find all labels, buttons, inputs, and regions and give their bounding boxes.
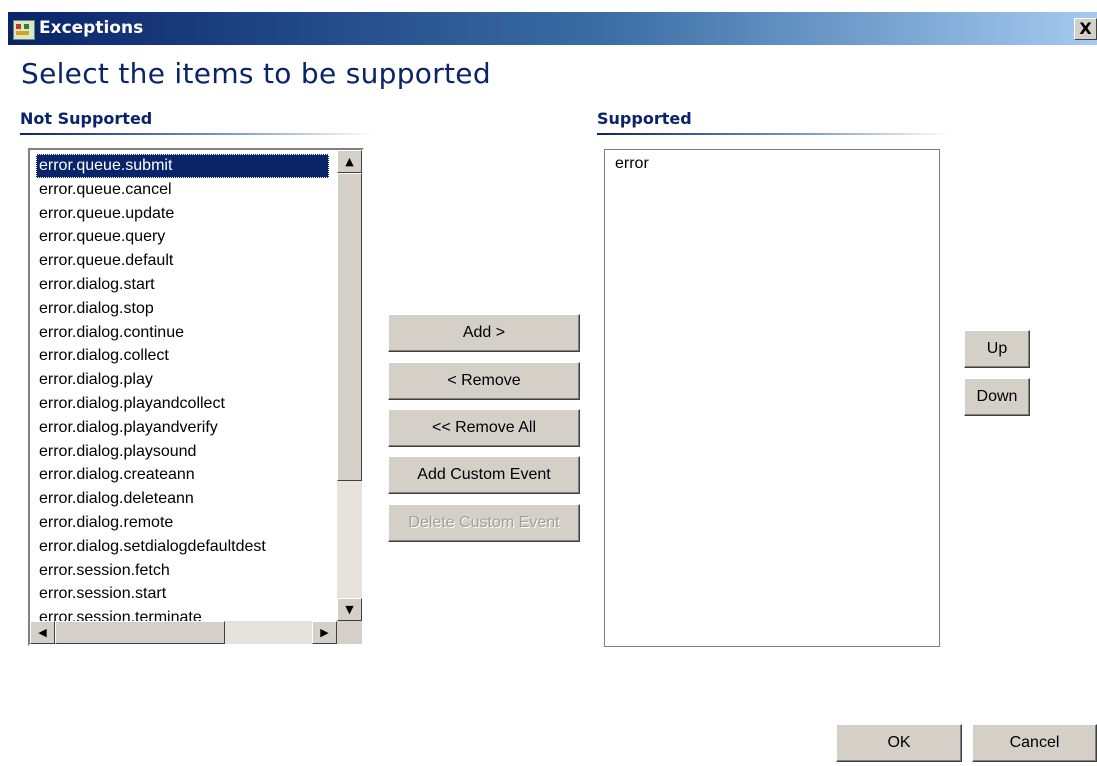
list-item[interactable]: error.dialog.collect [36,344,336,368]
app-icon [13,20,35,40]
list-item[interactable]: error.dialog.createann [36,463,336,487]
down-button[interactable]: Down [964,378,1030,416]
scroll-down-icon[interactable]: ▼ [337,598,362,621]
not-supported-items: error.queue.submit error.queue.cancel erro… [36,154,336,622]
list-item[interactable]: error.queue.default [36,249,336,273]
list-item[interactable]: error.dialog.remote [36,511,336,535]
up-button[interactable]: Up [964,330,1030,368]
supported-divider [597,133,952,135]
list-item[interactable]: error.queue.submit [36,154,329,178]
supported-listbox[interactable]: error [604,149,940,647]
not-supported-listbox[interactable]: error.queue.submit error.queue.cancel erro… [28,148,364,646]
not-supported-label: Not Supported [20,109,153,128]
window-title: Exceptions [39,18,144,38]
cancel-button[interactable]: Cancel [972,724,1097,762]
add-custom-event-button[interactable]: Add Custom Event [388,456,580,494]
add-button[interactable]: Add > [388,314,580,352]
list-item[interactable]: error.dialog.setdialogdefaultdest [36,535,336,559]
list-item[interactable]: error.session.terminate [36,606,336,622]
list-item[interactable]: error.dialog.play [36,368,336,392]
list-item[interactable]: error.dialog.playsound [36,440,336,464]
list-item[interactable]: error.dialog.stop [36,297,336,321]
title-bar: Exceptions [8,12,1097,45]
remove-all-button[interactable]: << Remove All [388,409,580,447]
not-supported-divider [20,133,375,135]
list-item[interactable]: error.session.start [36,582,336,606]
remove-button[interactable]: < Remove [388,362,580,400]
scrollbar-corner [337,621,362,644]
list-item[interactable]: error.queue.update [36,202,336,226]
list-item[interactable]: error.dialog.playandcollect [36,392,336,416]
list-item[interactable]: error.dialog.start [36,273,336,297]
list-item[interactable]: error.session.fetch [36,559,336,583]
horizontal-scroll-thumb[interactable] [55,621,225,644]
supported-label: Supported [597,109,692,128]
list-item[interactable]: error.dialog.deleteann [36,487,336,511]
delete-custom-event-button[interactable]: Delete Custom Event [388,504,580,542]
vertical-scroll-thumb[interactable] [337,173,362,481]
list-item[interactable]: error.queue.query [36,225,336,249]
page-title: Select the items to be supported [21,57,491,90]
list-item[interactable]: error.queue.cancel [36,178,336,202]
scroll-left-icon[interactable]: ◀ [30,621,55,644]
list-item[interactable]: error [615,155,649,173]
ok-button[interactable]: OK [836,724,962,762]
horizontal-scrollbar[interactable]: ◀ ▶ [30,621,337,644]
list-item[interactable]: error.dialog.playandverify [36,416,336,440]
scroll-right-icon[interactable]: ▶ [312,621,337,644]
vertical-scrollbar[interactable]: ▲ ▼ [337,150,362,621]
scroll-up-icon[interactable]: ▲ [337,150,362,173]
close-icon[interactable]: X [1074,18,1097,40]
list-item[interactable]: error.dialog.continue [36,321,336,345]
